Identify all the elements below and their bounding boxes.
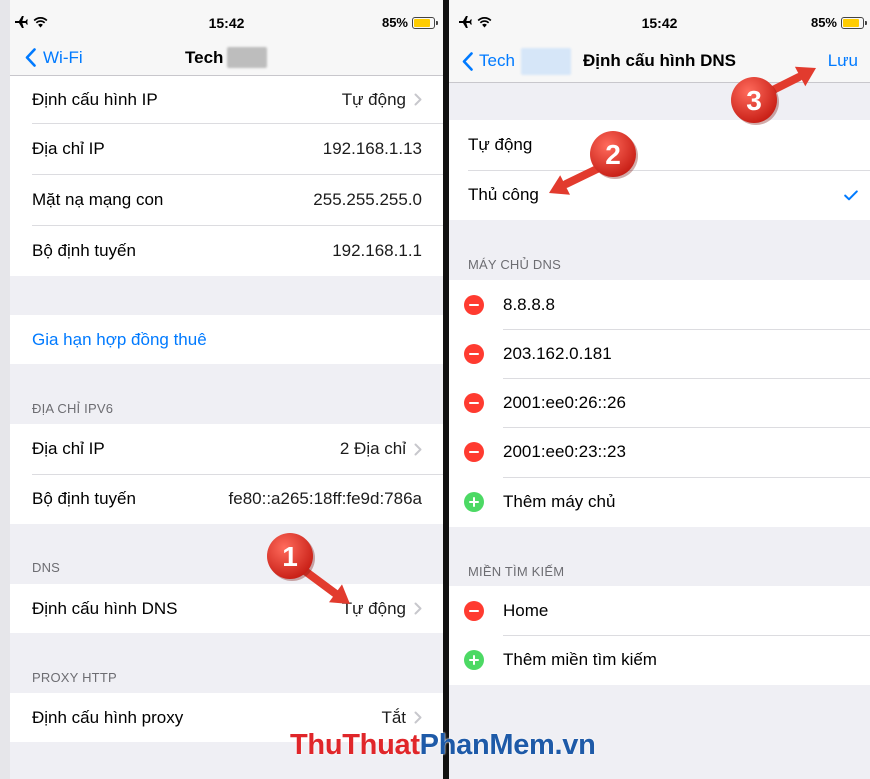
row-router: Bộ định tuyến 192.168.1.1	[10, 225, 443, 276]
section-header-proxy: PROXY HTTP	[32, 670, 117, 685]
delete-minus-icon[interactable]	[464, 392, 484, 413]
watermark-logo: ThuThuatPhanMem.vn	[290, 728, 596, 762]
dns-server-row: 8.8.8.8	[449, 280, 870, 329]
add-plus-icon[interactable]	[464, 650, 484, 670]
watermark-part-1: ThuThuat	[290, 729, 420, 761]
back-label: Wi-Fi	[43, 47, 83, 67]
configure-dns-screen: 15:42 85% Tech Định cấu hình DNS Lưu Tự …	[449, 0, 870, 779]
row-label: Bộ định tuyến	[32, 240, 136, 260]
row-value: 192.168.1.13	[322, 138, 422, 158]
row-value: 192.168.1.1	[332, 240, 422, 260]
back-button[interactable]: Wi-Fi	[25, 40, 83, 75]
delete-minus-icon[interactable]	[464, 294, 484, 315]
delete-minus-icon[interactable]	[464, 442, 484, 462]
battery-status: 85%	[381, 15, 438, 31]
status-bar: 15:42 85%	[449, 0, 870, 40]
row-label: Định cấu hình DNS	[32, 598, 178, 618]
section-header-dns: DNS	[32, 560, 61, 575]
row-label: Bộ định tuyến	[32, 489, 136, 508]
dns-server-address[interactable]: 8.8.8.8	[503, 295, 555, 315]
battery-icon	[841, 17, 867, 29]
row-ipv6-router: Bộ định tuyến fe80::a265:18ff:fe9d:786a	[10, 474, 443, 524]
status-time: 15:42	[208, 15, 245, 31]
ipv4-group: Định cấu hình IP Tự động Địa chỉ IP 192.…	[10, 76, 443, 276]
chevron-right-icon	[414, 602, 422, 615]
delete-minus-icon[interactable]	[464, 600, 484, 621]
search-domains-group: Home Thêm miền tìm kiếm	[449, 586, 870, 685]
nav-bar: Wi-Fi Tech	[10, 40, 443, 76]
row-value: 2 Địa chỉ	[339, 439, 406, 458]
wifi-network-details-screen: 15:42 85% Wi-Fi Tech Định cấu hình IP Tự…	[10, 0, 443, 779]
row-label: Định cấu hình proxy	[32, 707, 184, 727]
delete-minus-icon[interactable]	[464, 343, 484, 364]
save-button[interactable]: Lưu	[828, 40, 858, 82]
row-ip-address: Địa chỉ IP 192.168.1.13	[10, 123, 443, 174]
checkmark-icon	[844, 189, 858, 201]
option-label: Thủ công	[468, 185, 539, 204]
row-value: Tự động	[341, 89, 406, 109]
row-label: Địa chỉ IP	[32, 138, 105, 158]
row-value: fe80::a265:18ff:fe9d:786a	[228, 489, 422, 508]
chevron-right-icon	[414, 443, 422, 456]
search-domain-row: Home	[449, 586, 870, 635]
nav-bar: Tech Định cấu hình DNS Lưu	[449, 40, 870, 83]
dns-server-row: 203.162.0.181	[449, 329, 870, 378]
dns-servers-group: 8.8.8.8 203.162.0.181 2001:ee0:26::26 20…	[449, 280, 870, 527]
search-domain-value[interactable]: Home	[503, 601, 548, 621]
dns-server-address[interactable]: 203.162.0.181	[503, 344, 612, 364]
battery-status: 85%	[810, 15, 867, 31]
renew-lease-label: Gia hạn hợp đồng thuê	[32, 329, 207, 349]
section-header-dns-servers: MÁY CHỦ DNS	[468, 257, 561, 272]
battery-percent: 85%	[810, 15, 837, 30]
chevron-right-icon	[414, 93, 422, 106]
dns-server-address[interactable]: 2001:ee0:26::26	[503, 393, 626, 413]
option-label: Tự động	[468, 135, 533, 154]
renew-lease-button[interactable]: Gia hạn hợp đồng thuê	[10, 315, 443, 364]
nav-title: Tech	[185, 47, 224, 67]
section-header-search-domains: MIỀN TÌM KIẾM	[468, 564, 565, 579]
chevron-right-icon	[414, 711, 422, 724]
row-value: Tự động	[341, 598, 406, 618]
row-ipv6-address[interactable]: Địa chỉ IP 2 Địa chỉ	[10, 424, 443, 474]
watermark-part-2: PhanMem	[419, 729, 555, 761]
option-manual[interactable]: Thủ công	[449, 170, 870, 220]
dns-server-row: 2001:ee0:23::23	[449, 427, 870, 477]
add-server-label: Thêm máy chủ	[503, 492, 616, 511]
dns-mode-group: Tự động Thủ công	[449, 120, 870, 220]
add-plus-icon[interactable]	[464, 492, 484, 512]
add-search-domain-label: Thêm miền tìm kiếm	[503, 650, 657, 669]
row-value: Tắt	[381, 707, 406, 727]
chevron-left-icon	[25, 48, 36, 67]
section-header-ipv6: ĐỊA CHỈ IPV6	[32, 401, 114, 416]
nav-title: Định cấu hình DNS	[583, 51, 736, 70]
status-time: 15:42	[641, 15, 678, 31]
row-label: Định cấu hình IP	[32, 89, 158, 109]
add-server-button[interactable]: Thêm máy chủ	[449, 477, 870, 527]
row-label: Địa chỉ IP	[32, 439, 105, 458]
option-automatic[interactable]: Tự động	[449, 120, 870, 170]
status-bar: 15:42 85%	[10, 0, 443, 40]
ipv6-group: Địa chỉ IP 2 Địa chỉ Bộ định tuyến fe80:…	[10, 424, 443, 524]
row-configure-dns[interactable]: Định cấu hình DNS Tự động	[10, 584, 443, 633]
nav-title-group: Tech	[185, 40, 268, 75]
dns-server-row: 2001:ee0:26::26	[449, 378, 870, 427]
row-value: 255.255.255.0	[313, 189, 422, 209]
redacted-name-blur	[227, 47, 268, 68]
watermark-part-3: .vn	[554, 729, 596, 761]
row-ip-config[interactable]: Định cấu hình IP Tự động	[10, 76, 443, 123]
battery-icon	[412, 17, 438, 29]
dns-server-address[interactable]: 2001:ee0:23::23	[503, 442, 626, 462]
row-label: Mặt nạ mạng con	[32, 189, 164, 209]
add-search-domain-button[interactable]: Thêm miền tìm kiếm	[449, 635, 870, 685]
battery-percent: 85%	[381, 15, 408, 30]
row-subnet-mask: Mặt nạ mạng con 255.255.255.0	[10, 174, 443, 225]
